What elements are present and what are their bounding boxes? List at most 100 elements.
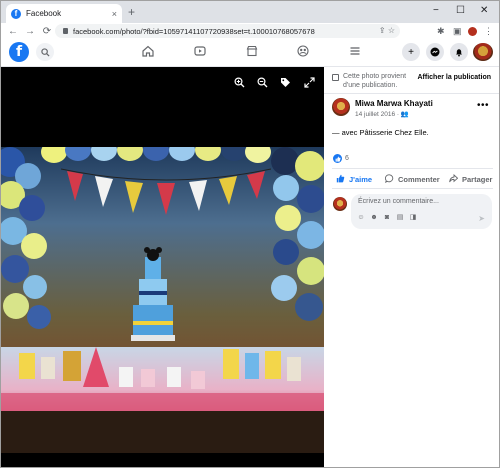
balloon — [295, 293, 323, 321]
balloon — [273, 175, 299, 201]
divider — [332, 188, 493, 189]
photo-viewer — [1, 67, 324, 467]
notice-text: Cette photo provient d'une publication. — [343, 73, 407, 89]
menu-dots-icon[interactable]: ⋮ — [484, 26, 493, 37]
sweets-display — [1, 347, 324, 453]
lock-icon — [63, 28, 68, 34]
bunting-banner — [61, 168, 271, 215]
comment-button[interactable]: Commenter — [385, 174, 440, 185]
post-caption: — avec Pâtisserie Chez Elle. — [332, 128, 429, 137]
video-icon[interactable] — [193, 45, 207, 60]
balloon — [221, 147, 247, 161]
balloon — [91, 147, 117, 161]
balloon — [297, 221, 324, 249]
share-star-icons[interactable]: ⇪ ☆ — [379, 26, 395, 35]
audience-friends-icon: 👥 — [400, 111, 409, 118]
reaction-count[interactable]: 6 — [345, 155, 349, 162]
post-date[interactable]: 14 juillet 2016 · 👥 — [355, 110, 409, 118]
notifications-bell-icon[interactable] — [450, 43, 468, 61]
address-bar[interactable]: facebook.com/photo/?fbid=105971411077209… — [55, 24, 400, 38]
sidebar-icon[interactable]: ▣ — [453, 26, 462, 37]
party-photo — [1, 147, 324, 453]
facebook-favicon-icon: f — [11, 8, 21, 19]
facebook-logo-icon[interactable]: f — [9, 42, 29, 62]
balloon — [41, 147, 67, 163]
balloon — [297, 257, 324, 285]
balloon — [117, 147, 143, 161]
tab-facebook[interactable]: f Facebook × — [6, 4, 122, 23]
balloon — [169, 147, 195, 161]
balloon — [297, 185, 324, 213]
home-icon[interactable] — [141, 45, 155, 60]
comment-tools: ☺ ☻ ◙ ▤ ◨ — [357, 214, 422, 222]
profile-avatar-icon[interactable] — [468, 27, 477, 36]
like-button[interactable]: J'aime — [336, 174, 372, 185]
zoom-in-icon[interactable] — [232, 77, 246, 91]
menu-icon[interactable] — [348, 45, 362, 60]
back-button[interactable]: ← — [8, 26, 18, 37]
commenter-avatar[interactable] — [333, 197, 347, 211]
fullscreen-icon[interactable] — [302, 77, 316, 91]
reload-button[interactable]: ⟳ — [42, 26, 52, 37]
messenger-icon[interactable] — [426, 43, 444, 61]
divider — [324, 93, 499, 94]
balloon — [3, 293, 29, 319]
balloon — [143, 147, 169, 161]
birthday-cake — [131, 247, 175, 341]
url-text: facebook.com/photo/?fbid=105971411077209… — [73, 26, 315, 36]
new-tab-button[interactable]: + — [128, 5, 135, 19]
like-label: J'aime — [349, 175, 373, 184]
comment-bubble-icon — [385, 174, 394, 185]
search-icon[interactable] — [36, 43, 54, 61]
balloon — [23, 275, 47, 299]
like-reaction-icon[interactable] — [333, 154, 342, 163]
avatar-sticker-icon[interactable]: ☺ — [357, 214, 365, 222]
tab-strip: f Facebook × + − ☐ ✕ — [1, 1, 499, 23]
minimize-button[interactable]: − — [433, 5, 439, 16]
sticker-icon[interactable]: ◨ — [409, 214, 417, 222]
close-tab-icon[interactable]: × — [112, 9, 117, 19]
tag-icon[interactable] — [278, 77, 292, 91]
groups-icon[interactable] — [296, 45, 310, 60]
share-label: Partager — [462, 175, 493, 184]
balloon — [19, 195, 45, 221]
balloon — [295, 151, 324, 181]
share-button[interactable]: Partager — [449, 173, 493, 185]
camera-icon[interactable]: ◙ — [383, 214, 391, 222]
forward-button[interactable]: → — [25, 26, 35, 37]
comment-placeholder: Écrivez un commentaire... — [358, 198, 439, 205]
gif-icon[interactable]: ▤ — [396, 214, 404, 222]
balloon — [27, 305, 51, 329]
view-post-link[interactable]: Afficher la publication — [417, 74, 491, 81]
balloon — [271, 275, 297, 301]
share-arrow-icon — [449, 173, 459, 185]
close-window-button[interactable]: ✕ — [480, 5, 488, 16]
thumbs-up-icon — [336, 174, 345, 185]
marketplace-icon[interactable] — [245, 45, 259, 60]
browser-toolbar: ← → ⟳ facebook.com/photo/?fbid=105971411… — [1, 23, 499, 39]
zoom-out-icon[interactable] — [255, 77, 269, 91]
balloon — [65, 147, 91, 161]
browser-window: f Facebook × + − ☐ ✕ ← → ⟳ facebook.com/… — [0, 0, 500, 468]
create-plus-icon[interactable]: + — [402, 43, 420, 61]
comment-label: Commenter — [398, 175, 440, 184]
source-notice: Cette photo provient d'une publication. — [332, 72, 419, 90]
balloon — [195, 147, 221, 161]
tab-title: Facebook — [26, 9, 62, 18]
dessert-table — [1, 347, 324, 453]
comment-input[interactable]: Écrivez un commentaire... ☺ ☻ ◙ ▤ ◨ ➤ — [351, 194, 492, 229]
photo-details-panel: Cette photo provient d'une publication. … — [324, 67, 499, 467]
balloon — [21, 233, 47, 259]
author-name[interactable]: Miwa Marwa Khayati — [355, 99, 433, 108]
author-avatar[interactable] — [332, 98, 350, 116]
send-icon[interactable]: ➤ — [478, 214, 485, 223]
balloon — [275, 205, 301, 231]
account-avatar[interactable] — [473, 43, 493, 61]
maximize-button[interactable]: ☐ — [456, 5, 465, 16]
info-icon — [332, 74, 339, 81]
balloon — [245, 147, 271, 163]
emoji-icon[interactable]: ☻ — [370, 214, 378, 222]
more-options-icon[interactable]: ••• — [477, 100, 489, 111]
facebook-header: f + — [1, 39, 499, 67]
extensions-icon[interactable]: ✱ — [437, 26, 445, 37]
